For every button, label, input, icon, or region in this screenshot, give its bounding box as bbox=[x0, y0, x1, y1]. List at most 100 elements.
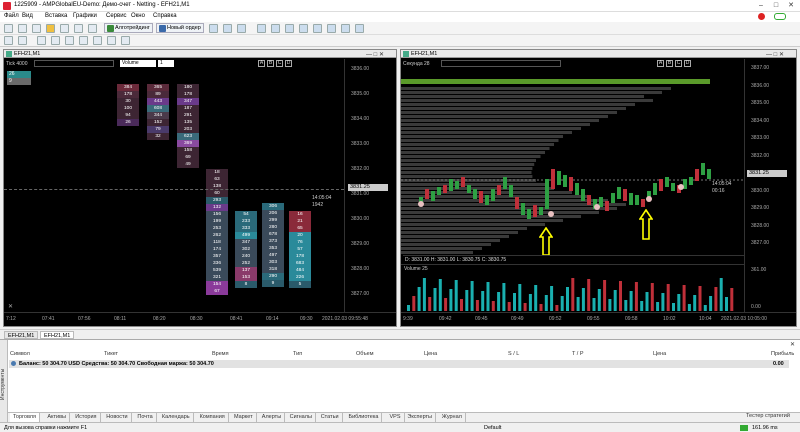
candles-icon[interactable] bbox=[223, 24, 232, 33]
terminal-tab[interactable]: Маркет bbox=[231, 413, 257, 422]
text-icon[interactable] bbox=[107, 36, 116, 45]
channel-icon[interactable] bbox=[79, 36, 88, 45]
terminal-tab[interactable]: Торговля bbox=[10, 413, 40, 422]
menu-insert[interactable]: Вставка bbox=[45, 13, 67, 19]
new-order-button[interactable]: Новый ордер bbox=[156, 23, 204, 33]
zoom-out-icon[interactable] bbox=[271, 24, 280, 33]
data-window-icon[interactable] bbox=[60, 24, 69, 33]
candle bbox=[665, 177, 669, 187]
terminal-tab[interactable]: История bbox=[72, 413, 101, 422]
volume-bar bbox=[629, 291, 633, 311]
left-window-controls[interactable]: — □ ✕ bbox=[366, 51, 384, 58]
terminal-tab[interactable]: Эксперты bbox=[404, 413, 437, 422]
close-button[interactable]: ✕ bbox=[786, 1, 796, 11]
profile-bar bbox=[401, 243, 491, 246]
maximize-button[interactable]: □ bbox=[771, 1, 781, 11]
shapes-icon[interactable] bbox=[121, 36, 130, 45]
menu-tools[interactable]: Сервис bbox=[106, 13, 127, 19]
left-plot-area[interactable]: Tick 4000 Volume 1 A B C D 26 9 384 178 30… bbox=[4, 59, 344, 312]
col-symbol[interactable]: Символ bbox=[10, 351, 30, 357]
chart-shift-icon[interactable] bbox=[313, 24, 322, 33]
col-price[interactable]: Цена bbox=[424, 351, 437, 357]
menu-file[interactable]: Файл bbox=[4, 13, 19, 19]
fibonacci-icon[interactable] bbox=[93, 36, 102, 45]
volume-bar bbox=[682, 285, 686, 311]
footprint-cell: 206 bbox=[262, 210, 284, 217]
col-volume[interactable]: Объем bbox=[356, 351, 374, 357]
trendline-icon[interactable] bbox=[65, 36, 74, 45]
footprint-cell: 199 bbox=[206, 218, 228, 225]
volume-subwindow[interactable]: Volume 25 bbox=[401, 264, 744, 312]
horizontal-line-icon[interactable] bbox=[51, 36, 60, 45]
toggle-icon[interactable] bbox=[774, 13, 786, 20]
col-type[interactable]: Тип bbox=[293, 351, 302, 357]
autoscroll-icon[interactable] bbox=[299, 24, 308, 33]
indicators-icon[interactable] bbox=[327, 24, 336, 33]
col-time[interactable]: Время bbox=[212, 351, 229, 357]
volume-bar bbox=[433, 288, 437, 311]
col-sl[interactable]: S / L bbox=[508, 351, 519, 357]
right-window-controls[interactable]: — □ ✕ bbox=[766, 51, 784, 58]
col-price-current[interactable]: Цена bbox=[653, 351, 666, 357]
menu-charts[interactable]: Графики bbox=[73, 13, 97, 19]
right-chart-window[interactable]: EFH21,M1 — □ ✕ Секунда 28 A B C D 14:05:… bbox=[400, 49, 797, 327]
footprint-cell: 678 bbox=[262, 231, 284, 238]
notification-icon[interactable] bbox=[758, 13, 765, 20]
bar-chart-icon[interactable] bbox=[209, 24, 218, 33]
terminal-tab[interactable]: Почта bbox=[134, 413, 157, 422]
periods-icon[interactable] bbox=[341, 24, 350, 33]
footprint-cell: 135 bbox=[177, 119, 199, 126]
terminal-tab[interactable]: Активы bbox=[44, 413, 70, 422]
tile-windows-icon[interactable] bbox=[285, 24, 294, 33]
strategy-tester-tab[interactable]: Тестер стратегий bbox=[746, 413, 790, 419]
right-time-tick: 9:39 bbox=[403, 316, 413, 322]
col-profit[interactable]: Прибыль bbox=[771, 351, 794, 357]
algo-trading-button[interactable]: Алготрейдинг bbox=[104, 23, 153, 33]
chart-tab-1[interactable]: EFH21,M1 bbox=[4, 331, 39, 339]
tools-icon[interactable]: ✕ bbox=[8, 304, 14, 310]
strategy-tester-icon[interactable] bbox=[88, 24, 97, 33]
crosshair-icon[interactable] bbox=[18, 36, 27, 45]
templates-icon[interactable] bbox=[355, 24, 364, 33]
menu-help[interactable]: Справка bbox=[153, 13, 177, 19]
profiles-icon[interactable] bbox=[18, 24, 27, 33]
left-chart-window[interactable]: EFH21,M1 — □ ✕ Tick 4000 Volume 1 A B C … bbox=[3, 49, 397, 327]
col-ticket[interactable]: Тикет bbox=[104, 351, 118, 357]
new-chart-icon[interactable] bbox=[4, 24, 13, 33]
zoom-in-icon[interactable] bbox=[257, 24, 266, 33]
profile-bar bbox=[401, 247, 482, 250]
minimize-button[interactable]: – bbox=[756, 1, 766, 11]
menu-window[interactable]: Окно bbox=[131, 13, 145, 19]
terminal-tab[interactable]: Журнал bbox=[439, 413, 466, 422]
candle bbox=[473, 189, 477, 199]
vertical-line-icon[interactable] bbox=[37, 36, 46, 45]
menu-view[interactable]: Вид bbox=[22, 13, 33, 19]
terminal-tab[interactable]: Новости bbox=[103, 413, 132, 422]
terminal-icon[interactable] bbox=[74, 24, 83, 33]
terminal-tab[interactable]: Компания bbox=[197, 413, 229, 422]
footprint-container: 384 178 30 100 94 26 365 89 443 608 344 152 79 32 180 1… bbox=[4, 59, 344, 312]
col-tp[interactable]: T / P bbox=[572, 351, 584, 357]
cursor-icon[interactable] bbox=[4, 36, 13, 45]
volume-scale-top: 361.00 bbox=[751, 267, 767, 273]
terminal-tab[interactable]: Сигналы bbox=[287, 413, 316, 422]
terminal-tab[interactable]: Библиотека bbox=[346, 413, 383, 422]
navigator-icon[interactable] bbox=[46, 24, 55, 33]
terminal-tab[interactable]: Календарь bbox=[159, 413, 194, 422]
right-plot-area[interactable]: Секунда 28 A B C D 14:05:04 00:16 bbox=[401, 59, 744, 256]
market-watch-icon[interactable] bbox=[32, 24, 41, 33]
footprint-cell: 32 bbox=[147, 133, 169, 140]
line-chart-icon[interactable] bbox=[237, 24, 246, 33]
terminal-tab[interactable]: Статьи bbox=[318, 413, 343, 422]
volume-bar bbox=[475, 300, 479, 311]
volume-bar bbox=[412, 296, 416, 311]
terminal-tab[interactable]: VPS bbox=[387, 413, 405, 422]
right-datetime: 2021.02.03 10:05:00 bbox=[721, 316, 767, 322]
balance-row[interactable]: Баланс: 50 304.70 USD Средства: 50 304.7… bbox=[9, 360, 789, 368]
footprint-cell: 497 bbox=[262, 252, 284, 259]
footprint-cell: 137 bbox=[235, 267, 257, 274]
chart-tab-2[interactable]: EFH21,M1 bbox=[40, 331, 75, 339]
terminal-tab[interactable]: Алерты bbox=[259, 413, 286, 422]
terminal-close-icon[interactable]: ✕ bbox=[790, 341, 795, 348]
right-price-tick: 3827.00 bbox=[751, 240, 770, 246]
